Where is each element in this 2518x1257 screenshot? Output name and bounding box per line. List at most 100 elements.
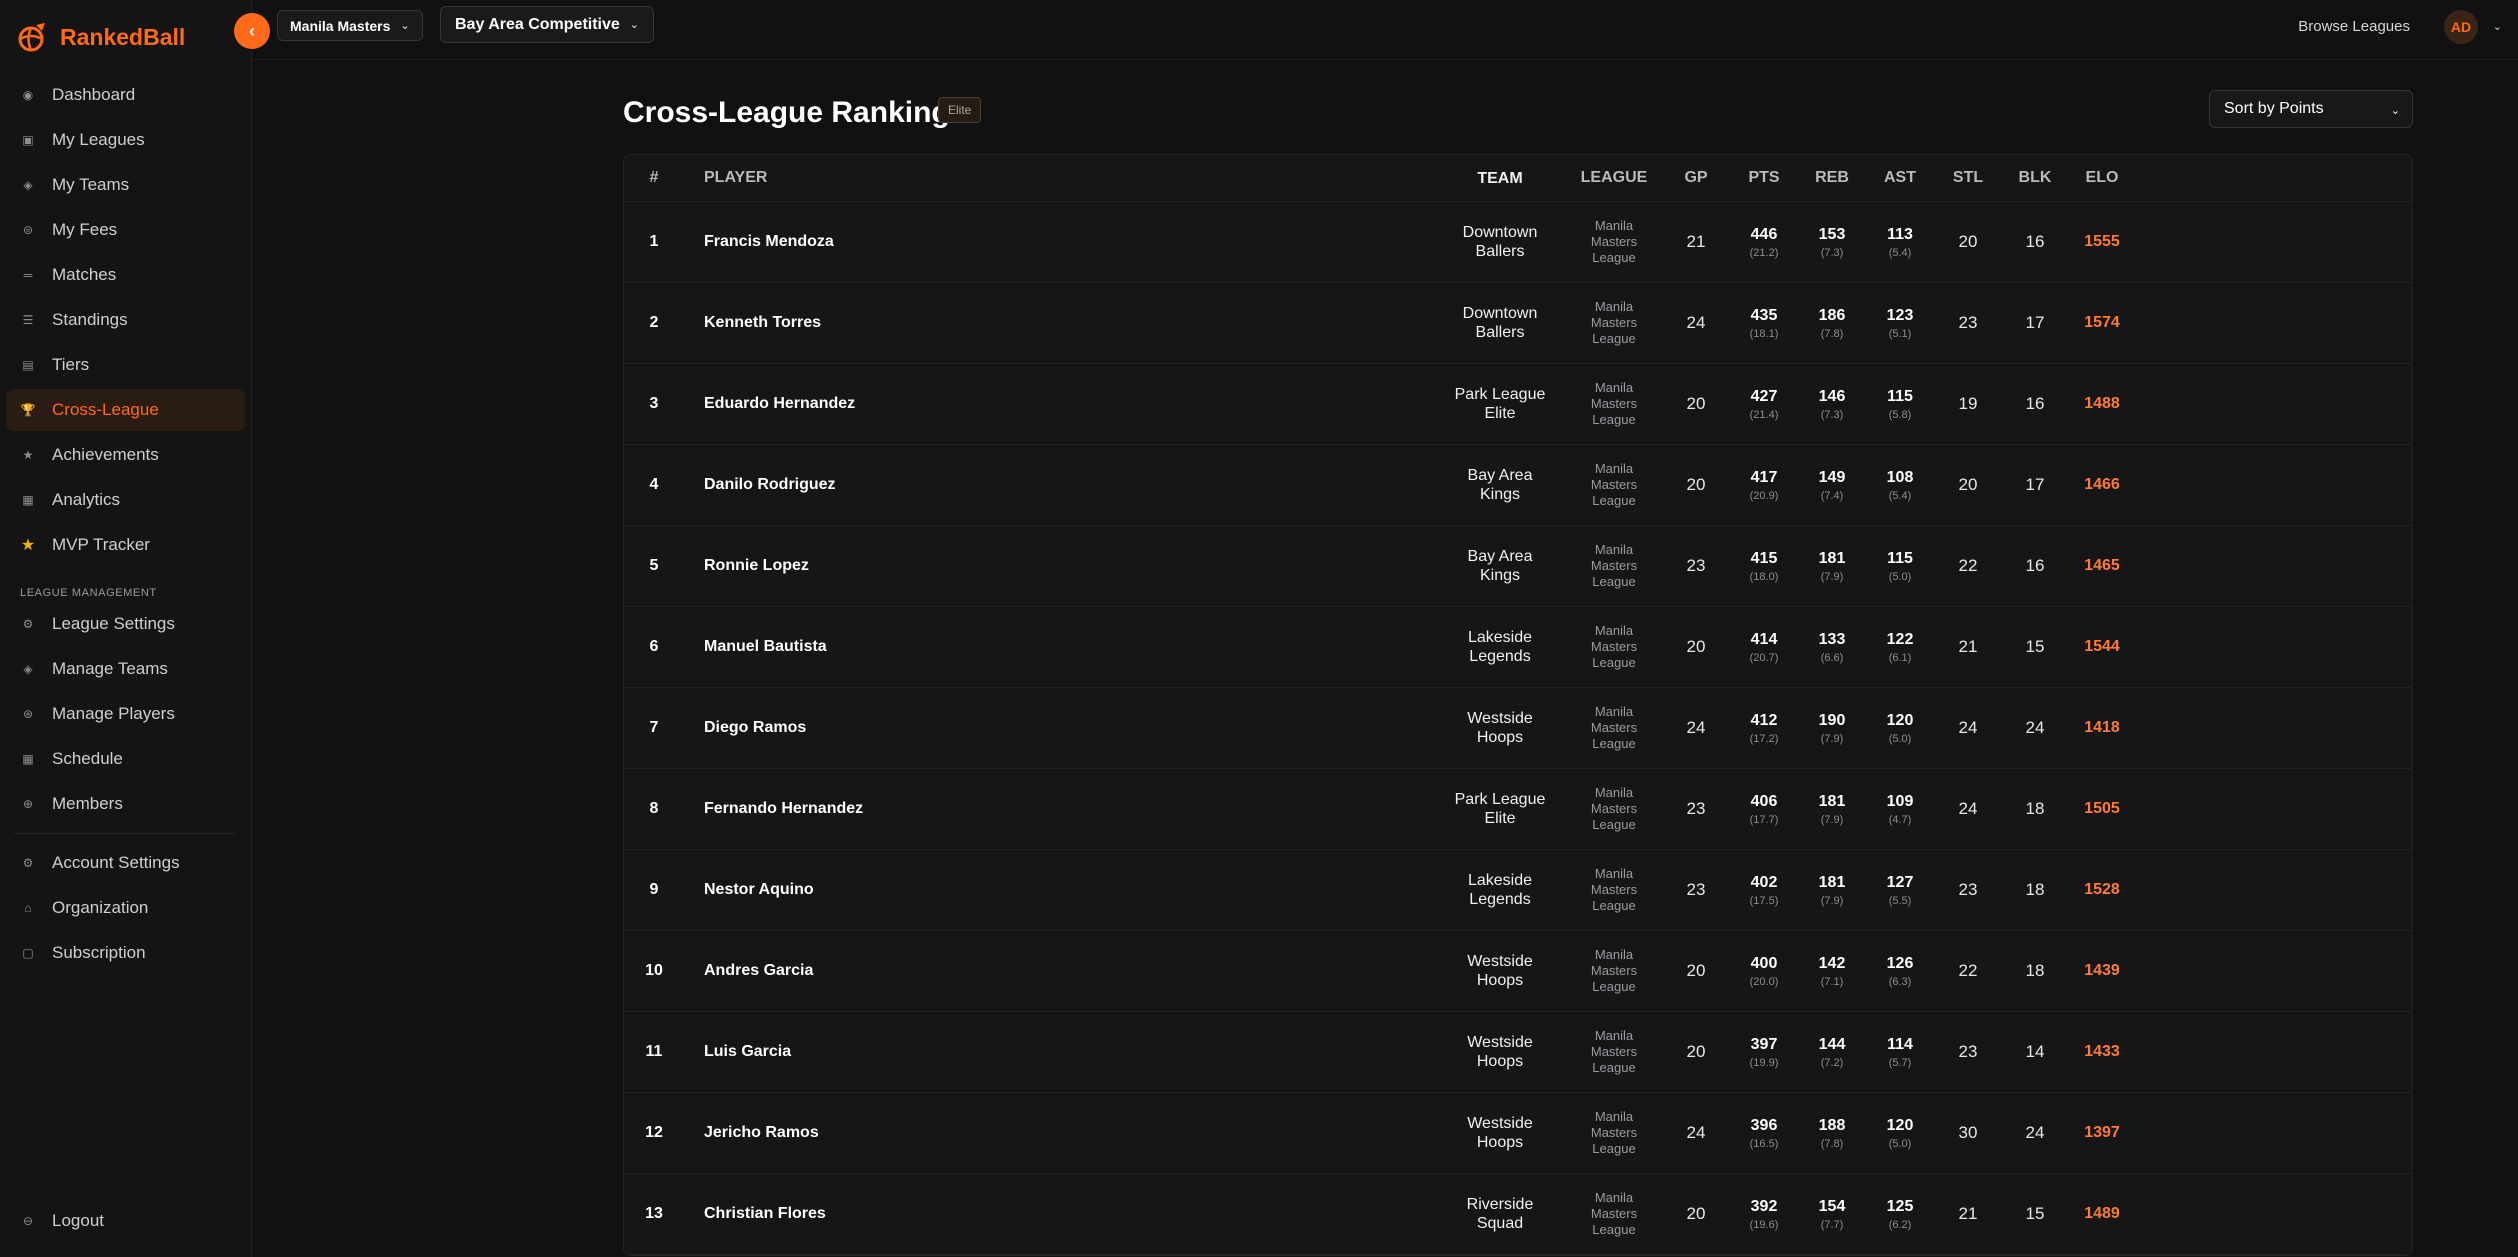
player-name[interactable]: Christian Flores [684,1205,1434,1223]
sidebar-item-schedule[interactable]: ▦ Schedule [6,738,245,780]
col-reb[interactable]: REB [1798,169,1866,187]
logout-button[interactable]: ⊖ Logout [6,1200,245,1242]
col-elo[interactable]: ELO [2068,169,2136,187]
table-row[interactable]: 13 Christian Flores Riverside Squad Manila Ma… [624,1174,2412,1255]
avatar-chevron-down-icon[interactable]: ⌄ [2493,20,2502,33]
col-team[interactable]: TEAM [1434,169,1566,188]
col-stl[interactable]: STL [1934,169,2002,187]
player-name[interactable]: Danilo Rodriguez [684,476,1434,494]
page-header: Cross-League Ranking Elite Sort by Point… [623,60,2413,154]
pts-cell: 406 (17.7) [1730,793,1798,826]
rank-cell: 13 [645,1205,663,1222]
sidebar-item-tiers[interactable]: ▤ Tiers [6,344,245,386]
sidebar-item-matches[interactable]: ═ Matches [6,254,245,296]
col-pts[interactable]: PTS [1730,169,1798,187]
table-row[interactable]: 3 Eduardo Hernandez Park League Elite Manila… [624,364,2412,445]
player-name[interactable]: Fernando Hernandez [684,800,1434,818]
brand[interactable]: RankedBall [0,0,251,74]
ast-average: (5.0) [1888,570,1912,583]
sidebar-item-label: Standings [52,310,128,329]
player-name[interactable]: Francis Mendoza [684,233,1434,251]
sidebar-item-manage-teams[interactable]: ◈ Manage Teams [6,648,245,690]
elo-cell: 1465 [2084,557,2120,574]
sidebar-item-analytics[interactable]: ▦ Analytics [6,479,245,521]
league-switcher[interactable]: Bay Area Competitive ⌄ [440,6,655,43]
player-name[interactable]: Ronnie Lopez [684,557,1434,575]
ast-cell: 115 (5.8) [1866,388,1934,421]
sidebar-item-my-teams[interactable]: ◈ My Teams [6,164,245,206]
user-avatar[interactable]: AD [2444,10,2478,44]
collapse-sidebar-button[interactable]: ‹ [234,13,270,49]
members-icon: ⊕ [22,797,34,811]
sort-select[interactable]: Sort by Points ⌄ [2209,90,2413,128]
sidebar-item-subscription[interactable]: ▢ Subscription [6,932,245,974]
basketball-logo-icon [18,23,45,52]
table-row[interactable]: 12 Jericho Ramos Westside Hoops Manila Master… [624,1093,2412,1174]
sidebar-item-standings[interactable]: ☰ Standings [6,299,245,341]
reb-total: 181 [1818,873,1846,891]
blk-cell: 18 [2025,799,2045,818]
reb-average: (7.3) [1820,246,1844,259]
player-name[interactable]: Eduardo Hernandez [684,395,1434,413]
col-league[interactable]: LEAGUE [1566,170,1662,186]
table-row[interactable]: 11 Luis Garcia Westside Hoops Manila Masters L… [624,1012,2412,1093]
table-row[interactable]: 5 Ronnie Lopez Bay Area Kings Manila Masters L… [624,526,2412,607]
org-switcher[interactable]: Manila Masters ⌄ [277,10,423,41]
league-name-line: League [1592,736,1636,751]
blk-cell: 18 [2025,880,2045,899]
col-rank[interactable]: # [624,169,684,187]
sidebar-item-mvp-tracker[interactable]: ★ MVP Tracker [6,524,245,566]
sidebar-item-achievements[interactable]: ★ Achievements [6,434,245,476]
elo-cell: 1544 [2084,638,2120,655]
league-name-line: Masters [1590,801,1638,816]
team-cell: Westside Hoops [1434,1033,1566,1071]
player-name[interactable]: Diego Ramos [684,719,1434,737]
sidebar-item-dashboard[interactable]: ◉ Dashboard [6,74,245,116]
col-ast[interactable]: AST [1866,169,1934,187]
elo-cell: 1439 [2084,962,2120,979]
col-blk[interactable]: BLK [2002,169,2068,187]
player-name[interactable]: Nestor Aquino [684,881,1434,899]
matches-icon: ═ [23,268,33,282]
chevron-down-icon: ⌄ [629,19,640,31]
team-name-line: Bay Area [1467,467,1533,484]
sidebar-item-organization[interactable]: ⌂ Organization [6,887,245,929]
sidebar-item-my-fees[interactable]: ⊜ My Fees [6,209,245,251]
sidebar-item-league-settings[interactable]: ⚙ League Settings [6,603,245,645]
player-name[interactable]: Manuel Bautista [684,638,1434,656]
table-row[interactable]: 8 Fernando Hernandez Park League Elite Manil… [624,769,2412,850]
table-row[interactable]: 7 Diego Ramos Westside Hoops Manila Masters Le… [624,688,2412,769]
player-name[interactable]: Andres Garcia [684,962,1434,980]
ast-average: (4.7) [1888,813,1912,826]
sidebar-item-label: Achievements [52,445,159,464]
table-row[interactable]: 4 Danilo Rodriguez Bay Area Kings Manila Mast… [624,445,2412,526]
leagues-icon: ▣ [22,133,34,147]
table-row[interactable]: 6 Manuel Bautista Lakeside Legends Manila Mas… [624,607,2412,688]
player-name[interactable]: Jericho Ramos [684,1124,1434,1142]
table-row[interactable]: 9 Nestor Aquino Lakeside Legends Manila Maste… [624,850,2412,931]
table-row[interactable]: 1 Francis Mendoza Downtown Ballers Manila Mas… [624,202,2412,283]
ast-average: (5.8) [1888,408,1912,421]
table-row[interactable]: 2 Kenneth Torres Downtown Ballers Manila Mast… [624,283,2412,364]
team-name-line: Park League [1454,791,1546,808]
player-name[interactable]: Luis Garcia [684,1043,1434,1061]
col-player[interactable]: PLAYER [684,169,1434,187]
browse-leagues-link[interactable]: Browse Leagues [2298,18,2410,35]
team-cell: Westside Hoops [1434,952,1566,990]
ast-total: 126 [1886,954,1914,972]
elo-cell: 1397 [2084,1124,2120,1141]
sidebar-item-my-leagues[interactable]: ▣ My Leagues [6,119,245,161]
stl-cell: 20 [1958,475,1978,494]
table-row[interactable]: 10 Andres Garcia Westside Hoops Manila Master… [624,931,2412,1012]
sidebar-item-manage-players[interactable]: ⊛ Manage Players [6,693,245,735]
pts-average: (17.7) [1749,813,1779,826]
sidebar-item-cross-league[interactable]: 🏆 Cross-League [6,389,245,431]
league-name-line: Manila [1594,1190,1634,1205]
main-nav: ◉ Dashboard ▣ My Leagues ◈ My Teams ⊜ My Fees ═ M… [0,74,251,566]
sidebar-item-account-settings[interactable]: ⚙ Account Settings [6,842,245,884]
gp-cell: 20 [1686,475,1706,494]
player-name[interactable]: Kenneth Torres [684,314,1434,332]
sidebar-item-members[interactable]: ⊕ Members [6,783,245,825]
team-name-line: Ballers [1475,243,1525,260]
col-gp[interactable]: GP [1662,169,1730,187]
